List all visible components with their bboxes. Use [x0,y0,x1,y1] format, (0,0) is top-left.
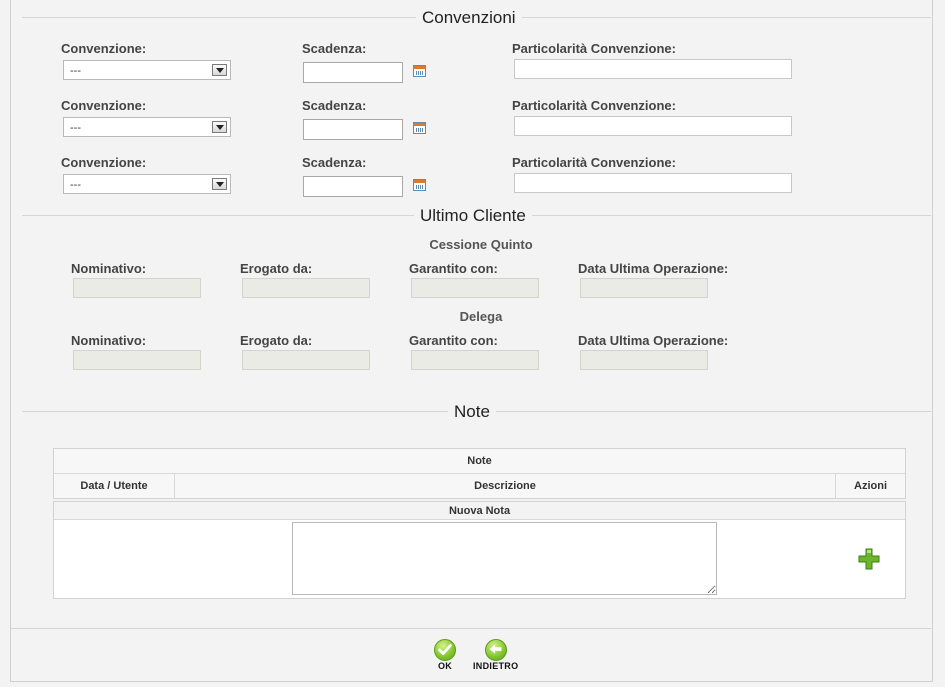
particolarita-label: Particolarità Convenzione: [512,41,676,56]
particolarita-label: Particolarità Convenzione: [512,155,676,170]
data-ultima-operazione-field [580,350,708,370]
back-arrow-icon [489,644,502,654]
scadenza-input[interactable] [303,119,403,140]
column-header-descrizione: Descrizione [175,474,836,498]
garantito-label: Garantito con: [409,261,498,276]
section-title-convenzioni: Convenzioni [416,8,522,28]
convenzione-select[interactable]: --- [63,117,231,137]
convenzione-selected-value: --- [70,65,81,77]
section-title-ultimo-cliente: Ultimo Cliente [414,206,532,226]
group-heading-cessione-quinto: Cessione Quinto [429,237,533,252]
convenzione-select[interactable]: --- [63,60,231,80]
group-heading-delega: Delega [459,309,503,324]
nuova-nota-textarea[interactable] [292,522,717,595]
chevron-down-icon[interactable] [212,178,227,190]
convenzione-label: Convenzione: [61,155,147,170]
nominativo-label: Nominativo: [71,333,147,348]
column-header-azioni: Azioni [854,480,887,492]
particolarita-label: Particolarità Convenzione: [512,98,676,113]
convenzione-selected-value: --- [70,122,81,134]
convenzione-selected-value: --- [70,179,81,191]
erogato-field [242,278,370,298]
convenzione-label: Convenzione: [61,98,147,113]
section-title-note: Note [448,402,496,422]
erogato-label: Erogato da: [240,333,313,348]
calendar-icon[interactable] [413,65,426,77]
nominativo-field [73,350,201,370]
scadenza-input[interactable] [303,176,403,197]
particolarita-input[interactable] [514,116,792,136]
add-note-icon[interactable] [858,548,880,570]
convenzione-select[interactable]: --- [63,174,231,194]
chevron-down-icon[interactable] [212,64,227,76]
scadenza-input[interactable] [303,62,403,83]
footer-divider [11,628,931,629]
check-icon [438,644,452,655]
nominativo-label: Nominativo: [71,261,147,276]
garantito-label: Garantito con: [409,333,498,348]
garantito-field [411,278,539,298]
scadenza-label: Scadenza: [302,98,367,113]
erogato-field [242,350,370,370]
indietro-button-label[interactable]: INDIETRO [473,661,518,671]
nominativo-field [73,278,201,298]
ok-button[interactable] [434,639,456,661]
ok-button-label[interactable]: OK [438,661,452,671]
note-table-title: Note [54,449,905,474]
particolarita-input[interactable] [514,59,792,79]
data-ultima-operazione-label: Data Ultima Operazione: [578,261,729,276]
erogato-label: Erogato da: [240,261,313,276]
column-header-data-utente: Data / Utente [54,474,175,498]
scadenza-label: Scadenza: [302,155,367,170]
particolarita-input[interactable] [514,173,792,193]
calendar-icon[interactable] [413,122,426,134]
garantito-field [411,350,539,370]
calendar-icon[interactable] [413,179,426,191]
scadenza-label: Scadenza: [302,41,367,56]
data-ultima-operazione-field [580,278,708,298]
note-table: Note Data / Utente Descrizione Azioni [53,448,906,499]
nuova-nota-heading: Nuova Nota [54,502,905,520]
convenzione-label: Convenzione: [61,41,147,56]
data-ultima-operazione-label: Data Ultima Operazione: [578,333,729,348]
indietro-button[interactable] [485,639,507,661]
chevron-down-icon[interactable] [212,121,227,133]
